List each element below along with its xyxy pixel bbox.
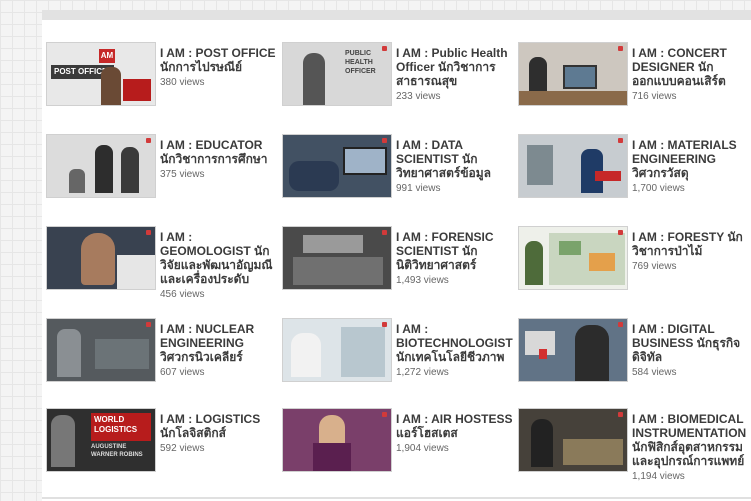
play-icon — [618, 322, 623, 327]
play-icon — [618, 46, 623, 51]
video-card-post-office[interactable]: AM POST OFFICE I AM : POST OFFICE นักการ… — [42, 42, 278, 130]
video-title[interactable]: I AM : EDUCATOR นักวิชาการการศึกษา — [160, 138, 278, 166]
video-title[interactable]: I AM : Public Health Officer นักวิชาการส… — [396, 46, 514, 88]
view-count: 1,194 views — [632, 471, 685, 482]
thumb-badge: AM — [99, 49, 115, 63]
play-icon — [382, 46, 387, 51]
play-icon — [618, 138, 623, 143]
video-title[interactable]: I AM : AIR HOSTESS แอร์โฮสเตส — [396, 412, 514, 440]
video-title[interactable]: I AM : DATA SCIENTIST นักวิทยาศาสตร์ข้อม… — [396, 138, 514, 180]
video-title[interactable]: I AM : NUCLEAR ENGINEERING วิศวกรนิวเคลี… — [160, 322, 278, 364]
view-count: 607 views — [160, 367, 205, 378]
video-card-biomedical-instrumentation[interactable]: I AM : BIOMEDICAL INSTRUMENTATION นักฟิส… — [514, 408, 750, 496]
forensic-scientist-thumbnail[interactable] — [282, 226, 392, 290]
video-info: I AM : EDUCATOR นักวิชาการการศึกษา 375 v… — [160, 138, 278, 180]
air-hostess-thumbnail[interactable] — [282, 408, 392, 472]
play-icon — [618, 230, 623, 235]
view-count: 592 views — [160, 443, 205, 454]
educator-thumbnail[interactable] — [46, 134, 156, 198]
play-icon — [382, 322, 387, 327]
video-info: I AM : DIGITAL BUSINESS นักธุรกิจดิจิทัล… — [632, 322, 750, 378]
video-info: I AM : DATA SCIENTIST นักวิทยาศาสตร์ข้อม… — [396, 138, 514, 194]
video-info: I AM : GEOMOLOGIST นักวิจัยและพัฒนาอัญมณ… — [160, 230, 278, 300]
data-scientist-thumbnail[interactable] — [282, 134, 392, 198]
video-title[interactable]: I AM : BIOMEDICAL INSTRUMENTATION นักฟิส… — [632, 412, 750, 468]
view-count: 375 views — [160, 169, 205, 180]
view-count: 1,904 views — [396, 443, 449, 454]
video-info: I AM : CONCERT DESIGNER นักออกแบบคอนเสิร… — [632, 46, 750, 102]
play-icon — [146, 138, 151, 143]
video-title[interactable]: I AM : CONCERT DESIGNER นักออกแบบคอนเสิร… — [632, 46, 750, 88]
video-title[interactable]: I AM : MATERIALS ENGINEERING วิศวกรวัสดุ — [632, 138, 750, 180]
video-card-concert-designer[interactable]: I AM : CONCERT DESIGNER นักออกแบบคอนเสิร… — [514, 42, 750, 130]
video-info: I AM : POST OFFICE นักการไปรษณีย์ 380 vi… — [160, 46, 278, 88]
thumb-caption: PUBLIC HEALTH OFFICER — [345, 50, 376, 75]
video-title[interactable]: I AM : POST OFFICE นักการไปรษณีย์ — [160, 46, 278, 74]
video-info: I AM : NUCLEAR ENGINEERING วิศวกรนิวเคลี… — [160, 322, 278, 378]
view-count: 991 views — [396, 183, 441, 194]
post-office-thumbnail[interactable]: AM POST OFFICE — [46, 42, 156, 106]
concert-designer-thumbnail[interactable] — [518, 42, 628, 106]
geomologist-thumbnail[interactable] — [46, 226, 156, 290]
video-info: I AM : BIOTECHNOLOGIST นักเทคโนโลยีชีวภา… — [396, 322, 514, 378]
video-card-forensic-scientist[interactable]: I AM : FORENSIC SCIENTIST นักนิติวิทยาศา… — [278, 226, 514, 314]
video-title[interactable]: I AM : LOGISTICS นักโลจิสติกส์ — [160, 412, 278, 440]
video-card-digital-business[interactable]: I AM : DIGITAL BUSINESS นักธุรกิจดิจิทัล… — [514, 318, 750, 406]
video-card-air-hostess[interactable]: I AM : AIR HOSTESS แอร์โฮสเตส 1,904 view… — [278, 408, 514, 496]
view-count: 456 views — [160, 289, 205, 300]
video-card-public-health[interactable]: PUBLIC HEALTH OFFICER I AM : Public Heal… — [278, 42, 514, 130]
video-card-data-scientist[interactable]: I AM : DATA SCIENTIST นักวิทยาศาสตร์ข้อม… — [278, 134, 514, 222]
play-icon — [382, 230, 387, 235]
materials-engineering-thumbnail[interactable] — [518, 134, 628, 198]
video-card-educator[interactable]: I AM : EDUCATOR นักวิชาการการศึกษา 375 v… — [42, 134, 278, 222]
video-title[interactable]: I AM : GEOMOLOGIST นักวิจัยและพัฒนาอัญมณ… — [160, 230, 278, 286]
view-count: 769 views — [632, 261, 677, 272]
play-icon — [146, 230, 151, 235]
video-info: I AM : FORESTY นักวิชาการป่าไม้ 769 view… — [632, 230, 750, 272]
view-count: 380 views — [160, 77, 205, 88]
nuclear-engineering-thumbnail[interactable] — [46, 318, 156, 382]
play-icon — [146, 322, 151, 327]
video-title[interactable]: I AM : BIOTECHNOLOGIST นักเทคโนโลยีชีวภา… — [396, 322, 514, 364]
video-title[interactable]: I AM : FORENSIC SCIENTIST นักนิติวิทยาศา… — [396, 230, 514, 272]
video-info: I AM : Public Health Officer นักวิชาการส… — [396, 46, 514, 102]
video-card-biotechnologist[interactable]: I AM : BIOTECHNOLOGIST นักเทคโนโลยีชีวภา… — [278, 318, 514, 406]
view-count: 1,493 views — [396, 275, 449, 286]
video-title[interactable]: I AM : DIGITAL BUSINESS นักธุรกิจดิจิทัล — [632, 322, 750, 364]
video-title[interactable]: I AM : FORESTY นักวิชาการป่าไม้ — [632, 230, 750, 258]
view-count: 716 views — [632, 91, 677, 102]
video-card-foresty[interactable]: I AM : FORESTY นักวิชาการป่าไม้ 769 view… — [514, 226, 750, 314]
public-health-thumbnail[interactable]: PUBLIC HEALTH OFFICER — [282, 42, 392, 106]
biotechnologist-thumbnail[interactable] — [282, 318, 392, 382]
play-icon — [382, 412, 387, 417]
biomedical-instrumentation-thumbnail[interactable] — [518, 408, 628, 472]
video-info: I AM : BIOMEDICAL INSTRUMENTATION นักฟิส… — [632, 412, 750, 482]
video-card-logistics[interactable]: WORLD LOGISTICS AUGUSTINE WARNER ROBINS … — [42, 408, 278, 496]
play-icon — [618, 412, 623, 417]
logistics-thumbnail[interactable]: WORLD LOGISTICS AUGUSTINE WARNER ROBINS — [46, 408, 156, 472]
video-info: I AM : AIR HOSTESS แอร์โฮสเตส 1,904 view… — [396, 412, 514, 454]
view-count: 584 views — [632, 367, 677, 378]
view-count: 233 views — [396, 91, 441, 102]
video-card-materials-engineering[interactable]: I AM : MATERIALS ENGINEERING วิศวกรวัสดุ… — [514, 134, 750, 222]
play-icon — [382, 138, 387, 143]
video-info: I AM : LOGISTICS นักโลจิสติกส์ 592 views — [160, 412, 278, 454]
video-info: I AM : FORENSIC SCIENTIST นักนิติวิทยาศา… — [396, 230, 514, 286]
view-count: 1,272 views — [396, 367, 449, 378]
digital-business-thumbnail[interactable] — [518, 318, 628, 382]
video-card-geomologist[interactable]: I AM : GEOMOLOGIST นักวิจัยและพัฒนาอัญมณ… — [42, 226, 278, 314]
thumb-caption: WORLD LOGISTICS — [91, 413, 151, 441]
bottom-divider — [42, 497, 751, 499]
view-count: 1,700 views — [632, 183, 685, 194]
thumb-subcaption: AUGUSTINE WARNER ROBINS — [91, 444, 143, 458]
foresty-thumbnail[interactable] — [518, 226, 628, 290]
video-card-nuclear-engineering[interactable]: I AM : NUCLEAR ENGINEERING วิศวกรนิวเคลี… — [42, 318, 278, 406]
video-info: I AM : MATERIALS ENGINEERING วิศวกรวัสดุ… — [632, 138, 750, 194]
top-bar — [42, 10, 751, 20]
